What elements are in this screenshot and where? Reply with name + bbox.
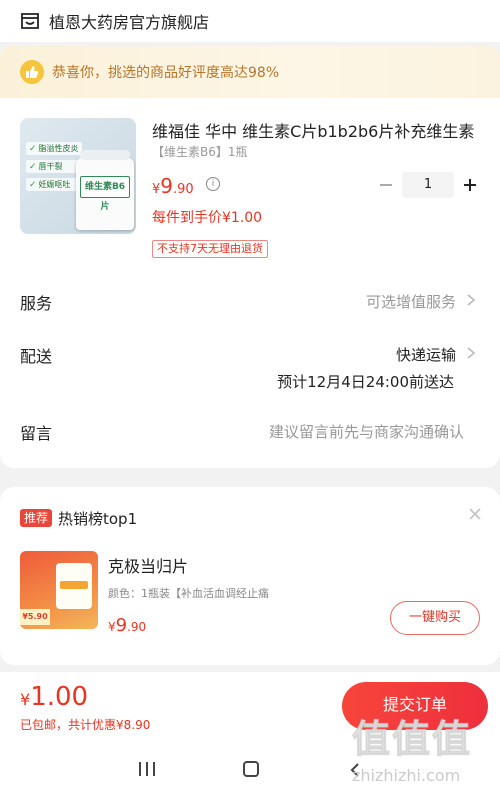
return-policy-badge: 不支持7天无理由退货 (152, 240, 268, 258)
recommended-product-price: ¥ 9 .90 (108, 615, 147, 636)
system-navigation-bar (0, 742, 500, 799)
discount-note: 已包邮，共计优惠¥8.90 (20, 718, 151, 732)
medicine-box (56, 563, 92, 609)
delivery-label: 配送 (20, 347, 53, 366)
store-icon (20, 12, 40, 30)
quantity-value[interactable]: 1 (402, 172, 454, 198)
recommended-product-image[interactable]: ¥5.90 (20, 551, 98, 629)
product-title[interactable]: 维福佳 华中 维生素C片b1b2b6片补充维生素 (152, 118, 482, 142)
message-label: 留言 (20, 424, 53, 443)
product-price: ¥ 9 .90 (152, 174, 194, 198)
store-name: 植恩大药房官方旗舰店 (49, 13, 210, 32)
recommended-product-name[interactable]: 克极当归片 (108, 553, 188, 577)
thumbs-up-icon (20, 60, 44, 84)
product-image[interactable]: ✓ 脂溢性皮炎 ✓ 唇干裂 ✓ 妊娠呕吐 维生素B6片 (20, 118, 136, 234)
submit-order-button[interactable]: 提交订单 (342, 682, 488, 730)
product-image-tag: ✓ 唇干裂 (26, 160, 82, 173)
delivery-value: 快递运输 (395, 346, 456, 364)
service-value: 可选增值服务 (365, 293, 456, 311)
product-image-tags: ✓ 脂溢性皮炎 ✓ 唇干裂 ✓ 妊娠呕吐 (26, 142, 82, 191)
recommendation-card: 推荐 热销榜top1 ¥5.90 克极当归片 颜色：1瓶装【补血活血调经止痛 ¥… (0, 487, 500, 665)
home-icon[interactable] (243, 761, 259, 777)
product-spec[interactable]: 【维生素B6】1瓶 (152, 143, 248, 160)
quantity-stepper[interactable]: 1 (378, 172, 478, 198)
pill-bottle: 维生素B6片 (76, 150, 134, 230)
product-image-tag: ✓ 脂溢性皮炎 (26, 142, 82, 155)
recent-apps-icon[interactable] (139, 762, 155, 776)
recommend-badge: 推荐 (20, 509, 53, 527)
product-image-tag: ✓ 妊娠呕吐 (26, 178, 82, 191)
message-input[interactable]: 建议留言前先与商家沟通确认 (269, 421, 464, 442)
order-card: ✓ 脂溢性皮炎 ✓ 唇干裂 ✓ 妊娠呕吐 维生素B6片 维福佳 华中 维生素C片b1b… (0, 98, 500, 468)
order-confirm-page: 植恩大药房官方旗舰店 恭喜你，挑选的商品好评度高达98% ✓ 脂溢性皮炎 ✓ 唇干裂… (0, 0, 500, 799)
service-label: 服务 (20, 294, 53, 313)
delivery-eta: 预计12月4日24:00前送达 (277, 373, 454, 391)
thumb-price-tag: ¥5.90 (20, 609, 50, 625)
info-icon[interactable]: i (206, 177, 220, 191)
one-click-buy-button[interactable]: 一键购买 (390, 601, 480, 635)
back-icon[interactable] (350, 762, 360, 777)
total-price: ¥ 1.00 (20, 682, 89, 712)
close-icon[interactable] (468, 507, 482, 521)
decrease-quantity-button[interactable] (378, 172, 394, 198)
chevron-right-icon (464, 345, 478, 361)
recommendation-title: 热销榜top1 (58, 510, 138, 528)
chevron-right-icon (464, 292, 478, 308)
checkout-bar: ¥ 1.00 已包邮，共计优惠¥8.90 提交订单 (0, 672, 500, 742)
recommended-product-spec: 颜色：1瓶装【补血活血调经止痛 (108, 587, 269, 600)
increase-quantity-button[interactable] (462, 172, 478, 198)
praise-banner: 恭喜你，挑选的商品好评度高达98% (0, 46, 500, 98)
unit-price: 每件到手价¥1.00 (152, 210, 263, 226)
praise-text: 恭喜你，挑选的商品好评度高达98% (52, 65, 280, 81)
store-header[interactable]: 植恩大药房官方旗舰店 (0, 0, 500, 42)
bottle-label: 维生素B6片 (80, 176, 130, 212)
